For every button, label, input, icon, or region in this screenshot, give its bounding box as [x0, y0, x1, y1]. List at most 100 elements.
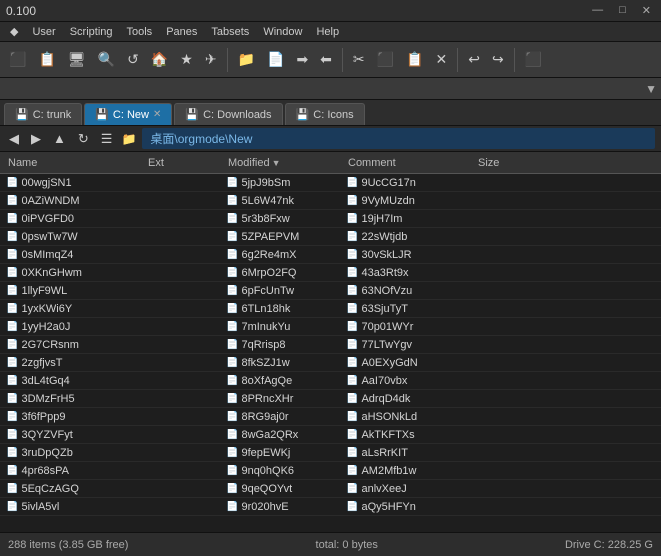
file-modified-cell: 📄6MrpO2FQ: [224, 267, 344, 279]
col-header-name[interactable]: Name: [4, 157, 144, 169]
toolbar-star-btn[interactable]: ★: [175, 48, 198, 71]
table-row[interactable]: 📄0pswTw7W📄5ZPAEPVM📄22sWtjdb: [0, 228, 661, 246]
up-button[interactable]: ▲: [50, 130, 69, 147]
table-row[interactable]: 📄1yyH2a0J📄7mInukYu📄70p01WYr: [0, 318, 661, 336]
file-modified-cell: 📄8oXfAgQe: [224, 375, 344, 387]
tab-icons-label: C: Icons: [313, 109, 353, 121]
file-modified-icon: 📄: [226, 447, 238, 458]
back-button[interactable]: ◀: [6, 130, 22, 148]
file-modified-icon: 📄: [226, 411, 238, 422]
file-name-cell: 📄5ivlA5vl: [4, 501, 144, 513]
table-row[interactable]: 📄5ivlA5vl📄9r020hvE📄aQy5HFYn: [0, 498, 661, 516]
file-type-icon: 📄: [6, 411, 18, 422]
file-modified-cell: 📄6pFcUnTw: [224, 285, 344, 297]
minimize-button[interactable]: —: [588, 4, 607, 17]
table-row[interactable]: 📄3dL4tGq4📄8oXfAgQe📄AaI70vbx: [0, 372, 661, 390]
toolbar-copy2-btn[interactable]: ⬛: [372, 48, 399, 71]
toolbar: ⬛ 📋 🖥 🔍 ↺ 🏠 ★ ✈ 📁 📄 ➡ ⬅ ✂ ⬛ 📋 ✕ ↩ ↪ ⬛: [0, 42, 661, 78]
titlebar: 0.100 — □ ✕: [0, 0, 661, 22]
table-row[interactable]: 📄3ruDpQZb📄9fepEWKj📄aLsRrKIT: [0, 444, 661, 462]
toolbar-cut-btn[interactable]: ✂: [348, 48, 370, 71]
table-row[interactable]: 📄1yxKWi6Y📄6TLn18hk📄63SjuTyT: [0, 300, 661, 318]
tabs: 💾 C: trunk 💾 C: New ✕ 💾 C: Downloads 💾 C…: [0, 100, 661, 126]
table-row[interactable]: 📄3f6fPpp9📄8RG9aj0r📄aHSONkLd: [0, 408, 661, 426]
col-header-ext[interactable]: Ext: [144, 157, 224, 169]
refresh-button[interactable]: ↻: [75, 130, 92, 148]
toolbar-extra-btn[interactable]: ⬛: [520, 48, 547, 71]
col-header-comment[interactable]: Comment: [344, 157, 474, 169]
toolbar-left-btn[interactable]: ⬅: [315, 48, 337, 71]
toolbar-copy-btn[interactable]: ⬛: [4, 48, 31, 71]
toolbar-right-btn[interactable]: ➡: [291, 48, 313, 71]
tab-trunk[interactable]: 💾 C: trunk: [4, 103, 82, 125]
table-row[interactable]: 📄2G7CRsnm📄7qRrisp8📄77LTwYgv: [0, 336, 661, 354]
toolbar-file-btn[interactable]: 📄: [262, 48, 289, 71]
toolbar-refresh-btn[interactable]: ↺: [122, 48, 144, 71]
titlebar-controls: — □ ✕: [588, 4, 655, 17]
col-header-size[interactable]: Size: [474, 157, 554, 169]
menu-user[interactable]: User: [26, 24, 61, 40]
file-modified-icon: 📄: [226, 321, 238, 332]
toolbar-paste2-btn[interactable]: 📋: [401, 48, 428, 71]
menu-window[interactable]: Window: [257, 24, 308, 40]
menu-scripting[interactable]: Scripting: [64, 24, 119, 40]
table-row[interactable]: 📄0XKnGHwm📄6MrpO2FQ📄43a3Rt9x: [0, 264, 661, 282]
col-header-modified[interactable]: Modified ▼: [224, 157, 344, 169]
file-comment-cell: 📄77LTwYgv: [344, 339, 474, 351]
table-row[interactable]: 📄2zgfjvsT📄8fkSZJ1w📄A0EXyGdN: [0, 354, 661, 372]
menu-panes[interactable]: Panes: [160, 24, 203, 40]
toolbar-delete-btn[interactable]: ✕: [431, 48, 453, 71]
tab-new[interactable]: 💾 C: New ✕: [84, 103, 172, 125]
tab-new-close[interactable]: ✕: [153, 109, 161, 120]
file-name-cell: 📄0XKnGHwm: [4, 267, 144, 279]
address-path[interactable]: 桌面\orgmode\New: [142, 128, 655, 149]
file-modified-icon: 📄: [226, 177, 238, 188]
menu-tabsets[interactable]: Tabsets: [205, 24, 255, 40]
toolbar-send-btn[interactable]: ✈: [200, 48, 222, 71]
toolbar-home-btn[interactable]: 🏠: [146, 48, 173, 71]
file-modified-icon: 📄: [226, 249, 238, 260]
table-row[interactable]: 📄3QYZVFyt📄8wGa2QRx📄AkTKFTXs: [0, 426, 661, 444]
forward-button[interactable]: ▶: [28, 130, 44, 148]
table-row[interactable]: 📄0iPVGFD0📄5r3b8Fxw📄19jH7Im: [0, 210, 661, 228]
file-modified-icon: 📄: [226, 213, 238, 224]
file-comment-icon: 📄: [346, 357, 358, 368]
table-row[interactable]: 📄3DMzFrH5📄8PRncXHr📄AdrqD4dk: [0, 390, 661, 408]
maximize-button[interactable]: □: [615, 4, 630, 17]
menu-help[interactable]: Help: [310, 24, 345, 40]
toolbar-folder-btn[interactable]: 🖥: [63, 48, 91, 71]
file-comment-icon: 📄: [346, 177, 358, 188]
file-name-cell: 📄1llyF9WL: [4, 285, 144, 297]
close-button[interactable]: ✕: [638, 4, 655, 17]
tab-new-label: C: New: [113, 109, 149, 121]
file-comment-icon: 📄: [346, 213, 358, 224]
file-type-icon: 📄: [6, 213, 18, 224]
toolbar-search-btn[interactable]: 🔍: [93, 48, 120, 71]
file-comment-icon: 📄: [346, 321, 358, 332]
toolbar-redo-btn[interactable]: ↪: [487, 48, 509, 71]
toolbar-paste-btn[interactable]: 📋: [33, 48, 60, 71]
table-row[interactable]: 📄0AZiWNDM📄5L6W47nk📄9VyMUzdn: [0, 192, 661, 210]
file-modified-cell: 📄7qRrisp8: [224, 339, 344, 351]
file-comment-icon: 📄: [346, 393, 358, 404]
file-comment-icon: 📄: [346, 447, 358, 458]
tab-icons[interactable]: 💾 C: Icons: [285, 103, 365, 125]
file-modified-icon: 📄: [226, 483, 238, 494]
menu-button[interactable]: ☰: [98, 130, 116, 148]
file-name-cell: 📄3dL4tGq4: [4, 375, 144, 387]
menu-app[interactable]: ◆: [4, 23, 24, 40]
file-modified-cell: 📄5L6W47nk: [224, 195, 344, 207]
table-row[interactable]: 📄1llyF9WL📄6pFcUnTw📄63NOfVzu: [0, 282, 661, 300]
menubar: ◆ User Scripting Tools Panes Tabsets Win…: [0, 22, 661, 42]
table-row[interactable]: 📄5EqCzAGQ📄9qeQOYvt📄anlvXeeJ: [0, 480, 661, 498]
table-row[interactable]: 📄00wgjSN1📄5jpJ9bSm📄9UcCG17n: [0, 174, 661, 192]
toolbar-undo-btn[interactable]: ↩: [463, 48, 485, 71]
file-type-icon: 📄: [6, 177, 18, 188]
file-name-cell: 📄3f6fPpp9: [4, 411, 144, 423]
menu-tools[interactable]: Tools: [121, 24, 159, 40]
table-row[interactable]: 📄0sMImqZ4📄6g2Re4mX📄30vSkLJR: [0, 246, 661, 264]
file-comment-icon: 📄: [346, 195, 358, 206]
table-row[interactable]: 📄4pr68sPA📄9nq0hQK6📄AM2Mfb1w: [0, 462, 661, 480]
toolbar-newfolder-btn[interactable]: 📁: [233, 48, 260, 71]
tab-downloads[interactable]: 💾 C: Downloads: [174, 103, 282, 125]
